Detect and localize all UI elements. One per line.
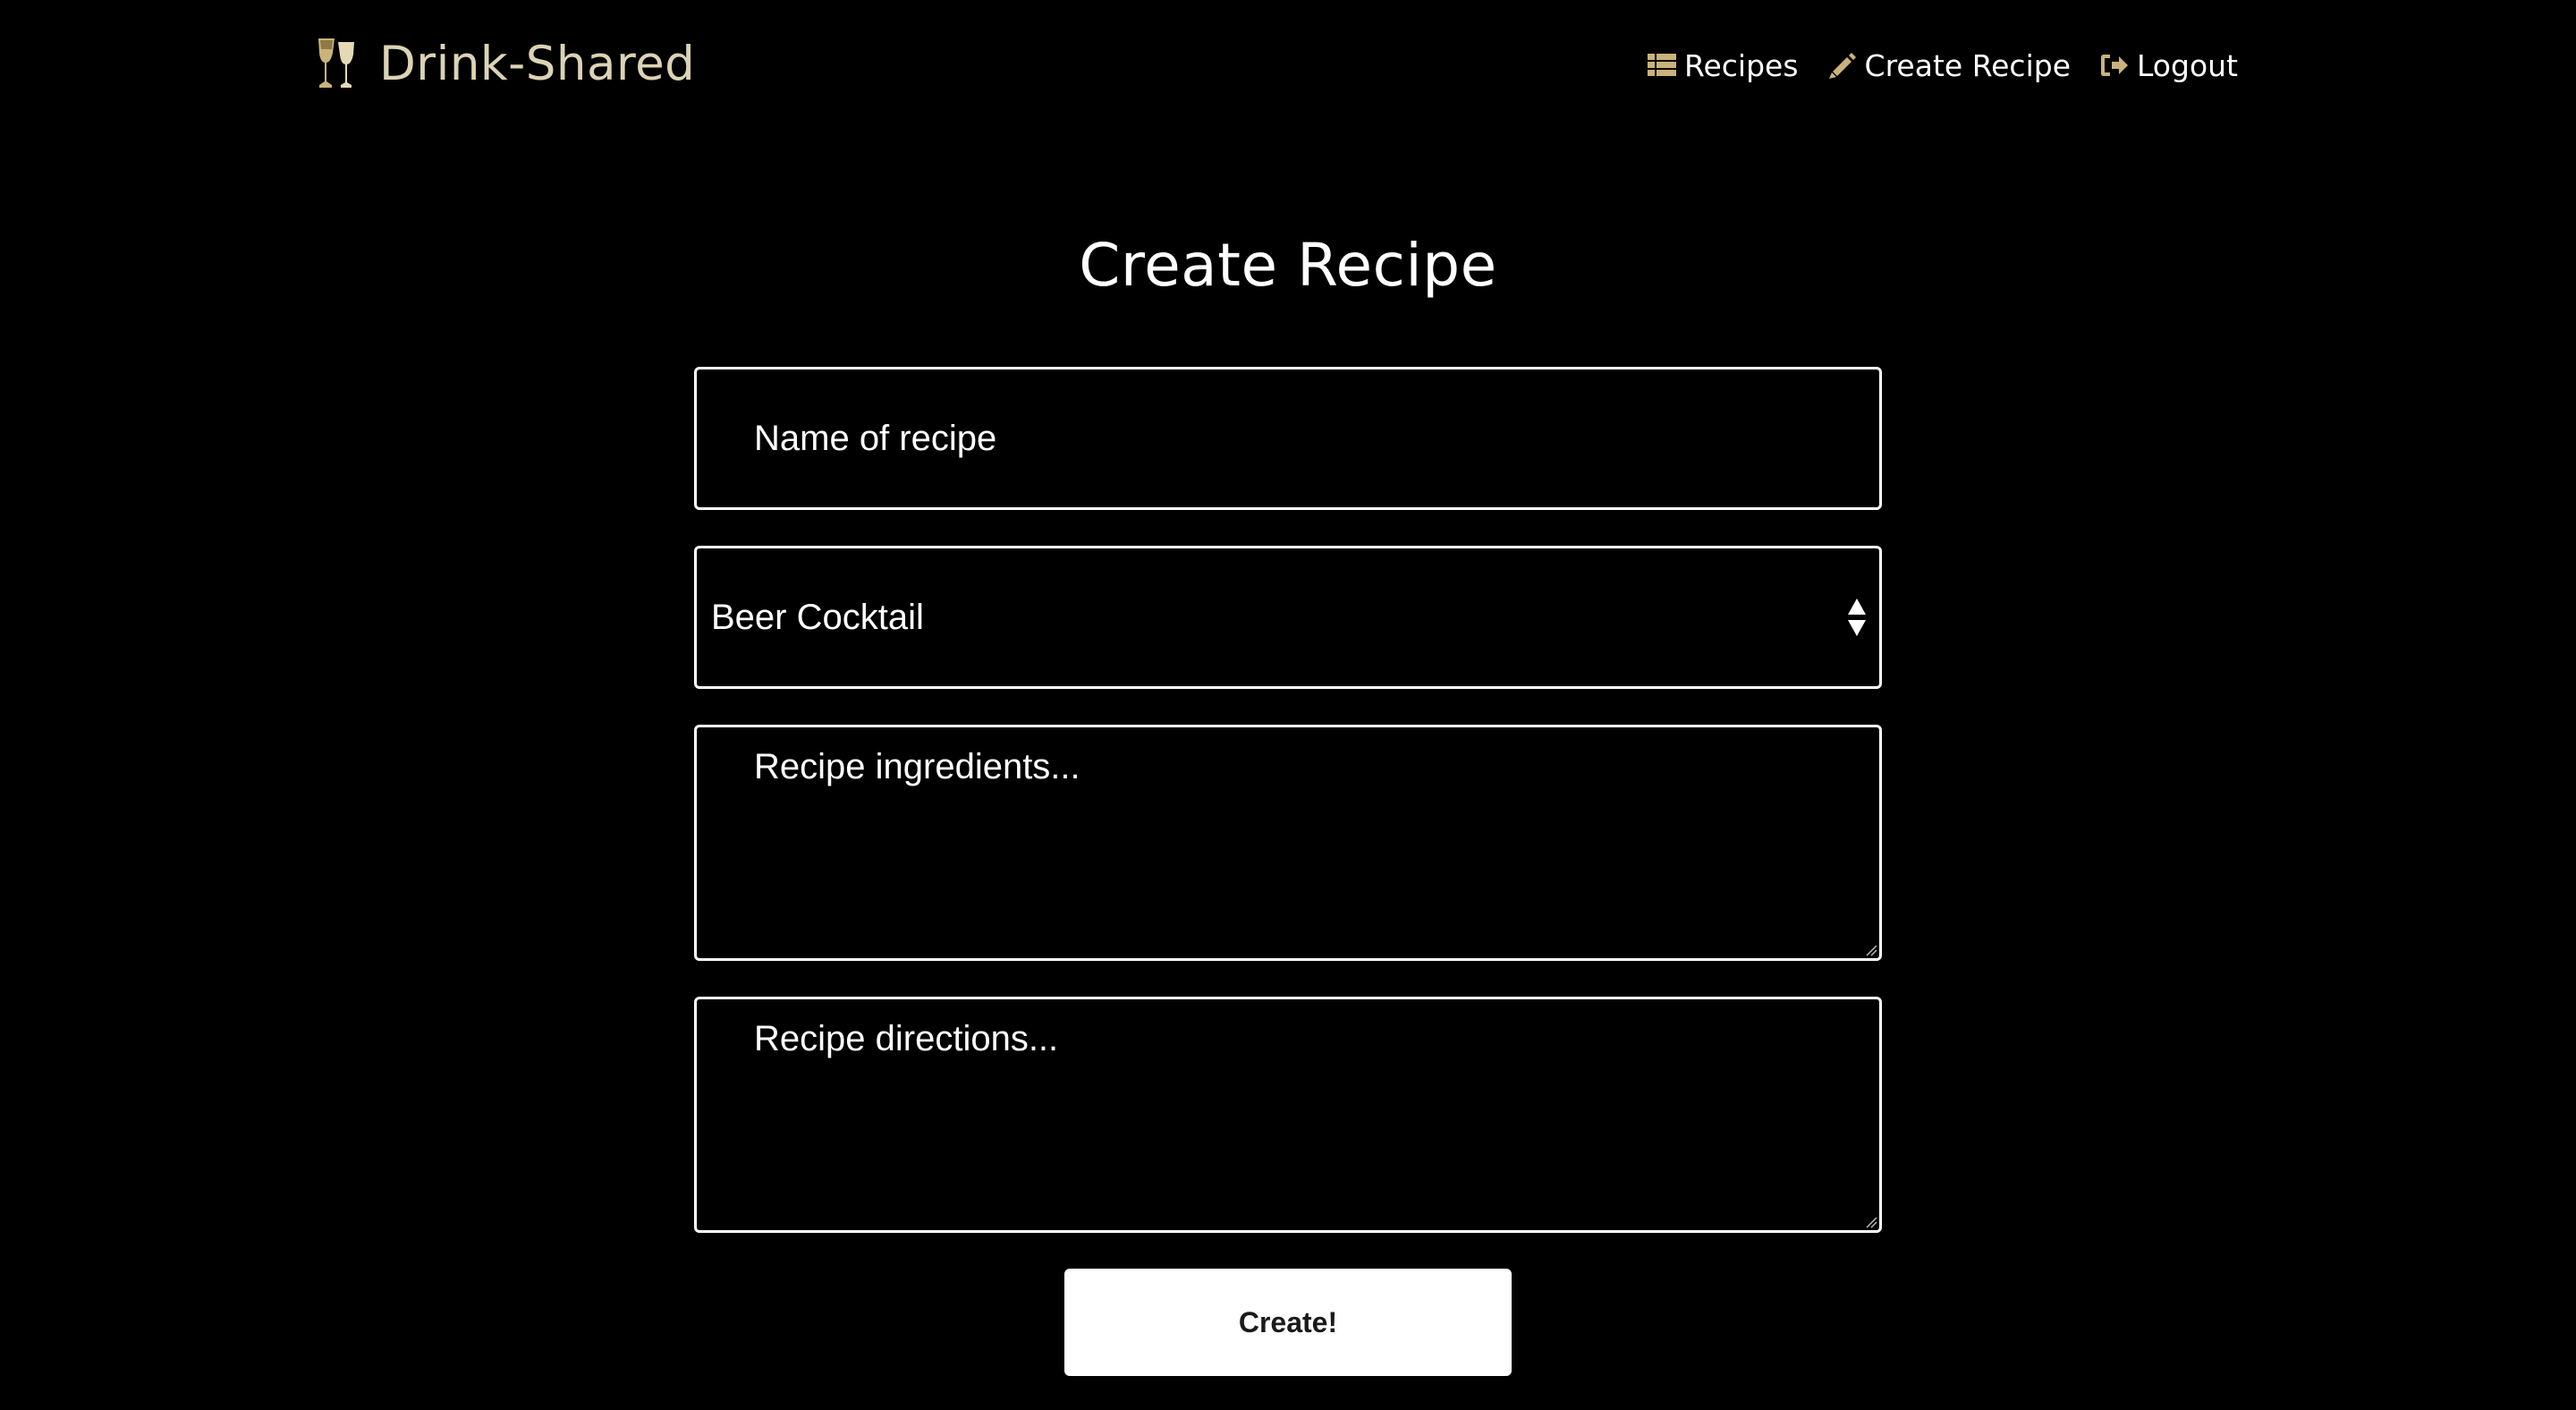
resize-grip-icon[interactable]	[1865, 1216, 1877, 1228]
recipe-name-placeholder: Name of recipe	[754, 419, 997, 458]
select-arrows-icon	[1848, 599, 1866, 636]
recipe-directions-placeholder: Recipe directions...	[754, 1019, 1059, 1058]
navbar: Drink-Shared Recipes Create Recipe Logou…	[0, 0, 2576, 125]
category-select[interactable]: Beer Cocktail	[694, 546, 1882, 689]
resize-grip-icon[interactable]	[1865, 944, 1877, 956]
nav-item-recipes[interactable]: Recipes	[1647, 48, 1799, 83]
recipe-directions-textarea[interactable]: Recipe directions...	[694, 997, 1882, 1233]
page-title: Create Recipe	[1079, 231, 1497, 300]
nav-links: Recipes Create Recipe Logout	[1647, 43, 2238, 88]
recipe-ingredients-textarea[interactable]: Recipe ingredients...	[694, 725, 1882, 961]
brand-name: Drink-Shared	[379, 36, 696, 91]
pencil-icon	[1828, 53, 1856, 79]
brand-link[interactable]: Drink-Shared	[315, 32, 695, 95]
wine-glasses-icon	[318, 38, 354, 88]
list-icon	[1648, 54, 1677, 76]
nav-item-logout[interactable]: Logout	[2099, 48, 2238, 83]
recipe-ingredients-placeholder: Recipe ingredients...	[754, 747, 1080, 786]
nav-item-recipes-label: Recipes	[1684, 47, 1799, 83]
nav-item-create-recipe-label: Create Recipe	[1864, 47, 2071, 83]
recipe-name-input[interactable]: Name of recipe	[694, 367, 1882, 510]
sign-out-icon	[2101, 55, 2128, 76]
category-selected-value: Beer Cocktail	[711, 598, 924, 637]
create-recipe-form: Name of recipe Beer Cocktail Recipe ingr…	[694, 367, 1882, 1233]
nav-item-create-recipe[interactable]: Create Recipe	[1827, 48, 2071, 83]
nav-item-logout-label: Logout	[2137, 47, 2238, 83]
create-button[interactable]: Create!	[1064, 1269, 1512, 1376]
